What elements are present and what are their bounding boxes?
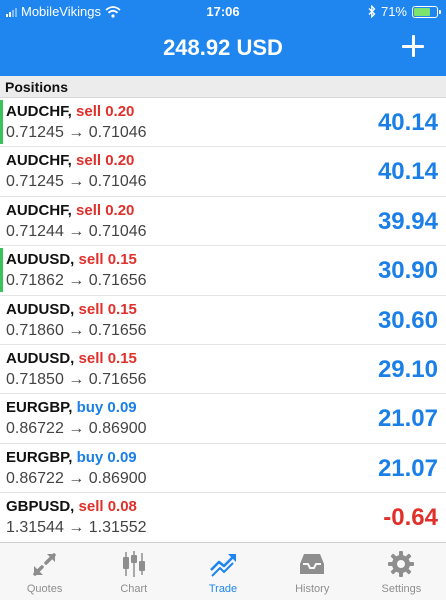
position-row[interactable]: AUDUSD, sell 0.15 0.71862 → 0.71656 30.90 (0, 246, 446, 296)
tab-settings[interactable]: Settings (357, 543, 446, 600)
tab-quotes[interactable]: Quotes (0, 543, 89, 600)
battery-icon (412, 5, 441, 18)
battery-level-fill (414, 7, 430, 16)
position-marker (0, 248, 3, 293)
position-profit: 40.14 (377, 109, 438, 136)
account-balance-title: 248.92 USD (163, 35, 283, 60)
position-profit: -0.64 (383, 504, 438, 532)
open-current-price: 0.71850 → 0.71656 (6, 370, 147, 388)
settings-icon (386, 549, 416, 579)
tab-label: Chart (120, 583, 148, 595)
trade-side-volume: sell 0.20 (76, 103, 135, 120)
tab-bar: Quotes Chart Trade History Settings (0, 542, 446, 600)
symbol-label: AUDCHF, (6, 201, 72, 219)
nav-bar: 248.92 USD (0, 24, 446, 76)
position-symbol: AUDUSD, sell 0.15 (6, 251, 137, 268)
symbol-label: AUDUSD, (6, 300, 75, 318)
open-current-price: 0.71862 → 0.71656 (6, 272, 147, 290)
top-bar: MobileVikings 17:06 71% 248.92 USD (0, 0, 446, 76)
trade-side-volume: sell 0.08 (78, 498, 137, 516)
position-symbol: AUDUSD, sell 0.15 (6, 301, 137, 318)
plus-icon[interactable] (400, 33, 426, 59)
symbol-label: EURGBP, (6, 399, 73, 417)
tab-history[interactable]: History (268, 543, 357, 600)
position-symbol: AUDCHF, sell 0.20 (6, 103, 134, 120)
position-symbol: AUDCHF, sell 0.20 (6, 202, 134, 219)
tab-label: Settings (381, 583, 422, 595)
position-symbol: AUDUSD, sell 0.15 (6, 350, 137, 367)
open-current-price: 0.71245 → 0.71046 (6, 173, 147, 191)
position-symbol: EURGBP, buy 0.09 (6, 399, 137, 416)
position-row[interactable]: AUDCHF, sell 0.20 0.71244 → 0.71046 39.94 (0, 196, 446, 247)
bluetooth-icon (368, 5, 376, 18)
quotes-icon (30, 549, 60, 579)
symbol-label: AUDCHF, (6, 103, 72, 120)
position-symbol: EURGBP, buy 0.09 (6, 449, 137, 466)
position-row[interactable]: EURGBP, buy 0.09 0.86722 → 0.86900 21.07 (0, 443, 446, 494)
position-row[interactable]: EURGBP, buy 0.09 0.86722 → 0.86900 21.07 (0, 394, 446, 444)
position-profit: 39.94 (377, 207, 438, 235)
open-current-price: 0.71860 → 0.71656 (6, 321, 147, 339)
symbol-label: GBPUSD, (6, 498, 75, 516)
position-profit: 40.14 (377, 158, 438, 186)
position-profit: 30.90 (377, 257, 438, 285)
tab-label: Trade (208, 583, 238, 595)
section-title: Positions (5, 79, 69, 95)
trade-side-volume: buy 0.09 (76, 399, 137, 417)
open-current-price: 0.71244 → 0.71046 (6, 222, 147, 240)
open-current-price: 1.31544 → 1.31552 (6, 519, 147, 537)
trade-side-volume: sell 0.20 (76, 152, 135, 170)
trade-side-volume: sell 0.15 (78, 349, 137, 367)
symbol-label: AUDUSD, (6, 251, 75, 269)
position-marker (0, 100, 3, 144)
chart-icon (119, 549, 149, 579)
position-row[interactable]: AUDCHF, sell 0.20 0.71245 → 0.71046 40.14 (0, 147, 446, 197)
positions-list[interactable]: AUDCHF, sell 0.20 0.71245 → 0.71046 40.14 A… (0, 98, 446, 542)
section-header: Positions (0, 76, 446, 98)
position-row[interactable]: AUDUSD, sell 0.15 0.71850 → 0.71656 29.10 (0, 344, 446, 395)
symbol-label: EURGBP, (6, 448, 73, 466)
tab-label: History (295, 583, 330, 595)
open-current-price: 0.71245 → 0.71046 (6, 124, 147, 141)
position-symbol: GBPUSD, sell 0.08 (6, 498, 137, 515)
position-profit: 21.07 (377, 405, 438, 433)
position-profit: 30.60 (377, 306, 438, 334)
trade-side-volume: buy 0.09 (76, 448, 137, 466)
trade-icon (208, 549, 238, 579)
trade-side-volume: sell 0.15 (78, 251, 137, 269)
position-symbol: AUDCHF, sell 0.20 (6, 152, 134, 169)
position-row[interactable]: AUDUSD, sell 0.15 0.71860 → 0.71656 30.60 (0, 295, 446, 345)
position-profit: 21.07 (377, 454, 438, 482)
symbol-label: AUDCHF, (6, 152, 72, 170)
open-current-price: 0.86722 → 0.86900 (6, 420, 147, 438)
trade-side-volume: sell 0.15 (78, 300, 137, 318)
symbol-label: AUDUSD, (6, 349, 75, 367)
open-current-price: 0.86722 → 0.86900 (6, 469, 147, 487)
tab-chart[interactable]: Chart (89, 543, 178, 600)
history-icon (297, 549, 327, 579)
position-profit: 29.10 (377, 355, 438, 383)
position-row[interactable]: GBPUSD, sell 0.08 1.31544 → 1.31552 -0.64 (0, 493, 446, 542)
position-row[interactable]: AUDCHF, sell 0.20 0.71245 → 0.71046 40.14 (0, 98, 446, 148)
status-bar: MobileVikings 17:06 71% (0, 0, 446, 24)
trade-side-volume: sell 0.20 (76, 201, 135, 219)
tab-trade[interactable]: Trade (178, 543, 267, 600)
battery-percent: 71% (380, 4, 407, 19)
tab-label: Quotes (26, 583, 63, 595)
